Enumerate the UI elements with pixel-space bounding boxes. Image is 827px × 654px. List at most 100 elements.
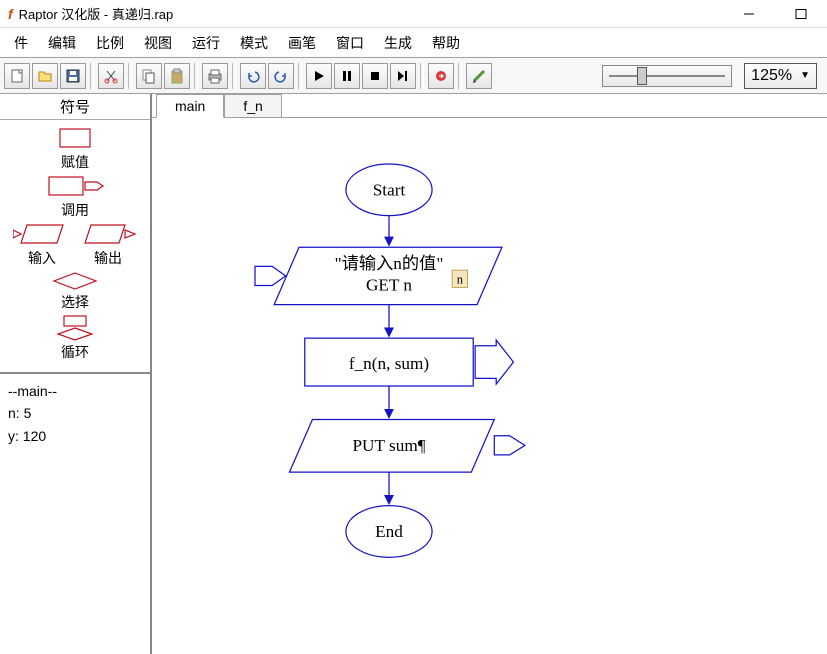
menu-help[interactable]: 帮助: [422, 29, 470, 57]
end-label: End: [375, 522, 403, 541]
minimize-button[interactable]: [735, 4, 763, 24]
window-title: Raptor 汉化版 - 真递归.rap: [19, 4, 735, 23]
output-text: PUT sum¶: [352, 436, 425, 455]
input-icon: [13, 222, 71, 248]
input-prompt-text: "请输入n的值": [335, 254, 444, 273]
watch-var: y: 120: [8, 425, 142, 447]
watch-main-label: --main--: [8, 380, 142, 402]
rectangle-icon: [50, 126, 100, 152]
output-arrow-icon: [494, 436, 525, 455]
symbol-call[interactable]: 调用: [39, 174, 111, 220]
menu-run[interactable]: 运行: [182, 29, 230, 57]
speed-slider[interactable]: [602, 65, 732, 87]
stop-icon: [367, 68, 383, 84]
call-icon: [39, 174, 111, 200]
menu-file[interactable]: 件: [4, 29, 38, 57]
paste-button[interactable]: [164, 63, 190, 89]
symbol-assign[interactable]: 赋值: [50, 126, 100, 172]
symbol-loop[interactable]: 循环: [50, 314, 100, 362]
symbol-select[interactable]: 选择: [50, 270, 100, 312]
zoom-select[interactable]: 125% ▼: [744, 63, 817, 89]
open-file-button[interactable]: [32, 63, 58, 89]
step-button[interactable]: [390, 63, 416, 89]
tab-bar: main f_n: [152, 94, 827, 118]
menu-scale[interactable]: 比例: [86, 29, 134, 57]
folder-open-icon: [37, 68, 53, 84]
save-button[interactable]: [60, 63, 86, 89]
toolbar-separator: [420, 63, 424, 89]
undo-button[interactable]: [240, 63, 266, 89]
run-button[interactable]: [306, 63, 332, 89]
toolbar-separator: [458, 63, 462, 89]
output-icon: [79, 222, 137, 248]
new-file-button[interactable]: [4, 63, 30, 89]
breakpoint-icon: [433, 68, 449, 84]
symbol-input[interactable]: 输入: [13, 222, 71, 268]
content-area: 符号 赋值 调用: [0, 94, 827, 654]
call-arrow-icon: [475, 340, 513, 384]
pen-button[interactable]: [466, 63, 492, 89]
window-controls: [735, 4, 819, 24]
step-icon: [395, 68, 411, 84]
flowchart-canvas[interactable]: Start "请输入n的值" GET n n f_n(n, sum) PUT s: [152, 118, 827, 654]
slider-thumb[interactable]: [637, 67, 647, 85]
watch-var: n: 5: [8, 402, 142, 424]
pause-button[interactable]: [334, 63, 360, 89]
call-text: f_n(n, sum): [349, 354, 429, 373]
copy-button[interactable]: [136, 63, 162, 89]
flowchart-svg: Start "请输入n的值" GET n n f_n(n, sum) PUT s: [152, 118, 827, 654]
symbol-loop-label: 循环: [61, 342, 89, 362]
symbol-call-label: 调用: [61, 200, 89, 220]
left-pane: 符号 赋值 调用: [0, 94, 152, 654]
menu-generate[interactable]: 生成: [374, 29, 422, 57]
symbol-output[interactable]: 输出: [79, 222, 137, 268]
diamond-icon: [50, 270, 100, 292]
symbol-input-label: 输入: [28, 248, 56, 268]
symbol-assign-label: 赋值: [61, 152, 89, 172]
breakpoint-button[interactable]: [428, 63, 454, 89]
menu-bar: 件 编辑 比例 视图 运行 模式 画笔 窗口 生成 帮助: [0, 28, 827, 58]
menu-mode[interactable]: 模式: [230, 29, 278, 57]
title-bar: f Raptor 汉化版 - 真递归.rap: [0, 0, 827, 28]
symbols-palette: 赋值 调用 输入: [0, 120, 150, 374]
toolbar-separator: [232, 63, 236, 89]
canvas-area: main f_n Start "请输入n的值" GET n: [152, 94, 827, 654]
app-logo: f: [8, 6, 13, 22]
symbol-output-label: 输出: [94, 248, 122, 268]
redo-icon: [273, 68, 289, 84]
input-arrow-icon: [255, 266, 286, 285]
paste-icon: [169, 68, 185, 84]
toolbar: 125% ▼: [0, 58, 827, 94]
loop-icon: [50, 314, 100, 342]
scissors-icon: [103, 68, 119, 84]
print-icon: [207, 68, 223, 84]
stop-button[interactable]: [362, 63, 388, 89]
toolbar-separator: [128, 63, 132, 89]
save-icon: [65, 68, 81, 84]
copy-icon: [141, 68, 157, 84]
symbols-title: 符号: [0, 94, 150, 120]
menu-ink[interactable]: 画笔: [278, 29, 326, 57]
maximize-button[interactable]: [787, 4, 815, 24]
zoom-value: 125%: [751, 67, 792, 85]
play-icon: [311, 68, 327, 84]
menu-edit[interactable]: 编辑: [38, 29, 86, 57]
symbol-select-label: 选择: [61, 292, 89, 312]
toolbar-separator: [194, 63, 198, 89]
cut-button[interactable]: [98, 63, 124, 89]
print-button[interactable]: [202, 63, 228, 89]
toolbar-separator: [298, 63, 302, 89]
toolbar-separator: [90, 63, 94, 89]
pen-icon: [471, 68, 487, 84]
tab-main[interactable]: main: [156, 94, 224, 118]
undo-icon: [245, 68, 261, 84]
menu-view[interactable]: 视图: [134, 29, 182, 57]
watch-panel: --main-- n: 5 y: 120: [0, 374, 150, 453]
start-label: Start: [373, 181, 406, 200]
chevron-down-icon: ▼: [800, 70, 810, 81]
new-file-icon: [9, 68, 25, 84]
pause-icon: [339, 68, 355, 84]
tab-f-n[interactable]: f_n: [224, 94, 281, 118]
menu-window[interactable]: 窗口: [326, 29, 374, 57]
redo-button[interactable]: [268, 63, 294, 89]
